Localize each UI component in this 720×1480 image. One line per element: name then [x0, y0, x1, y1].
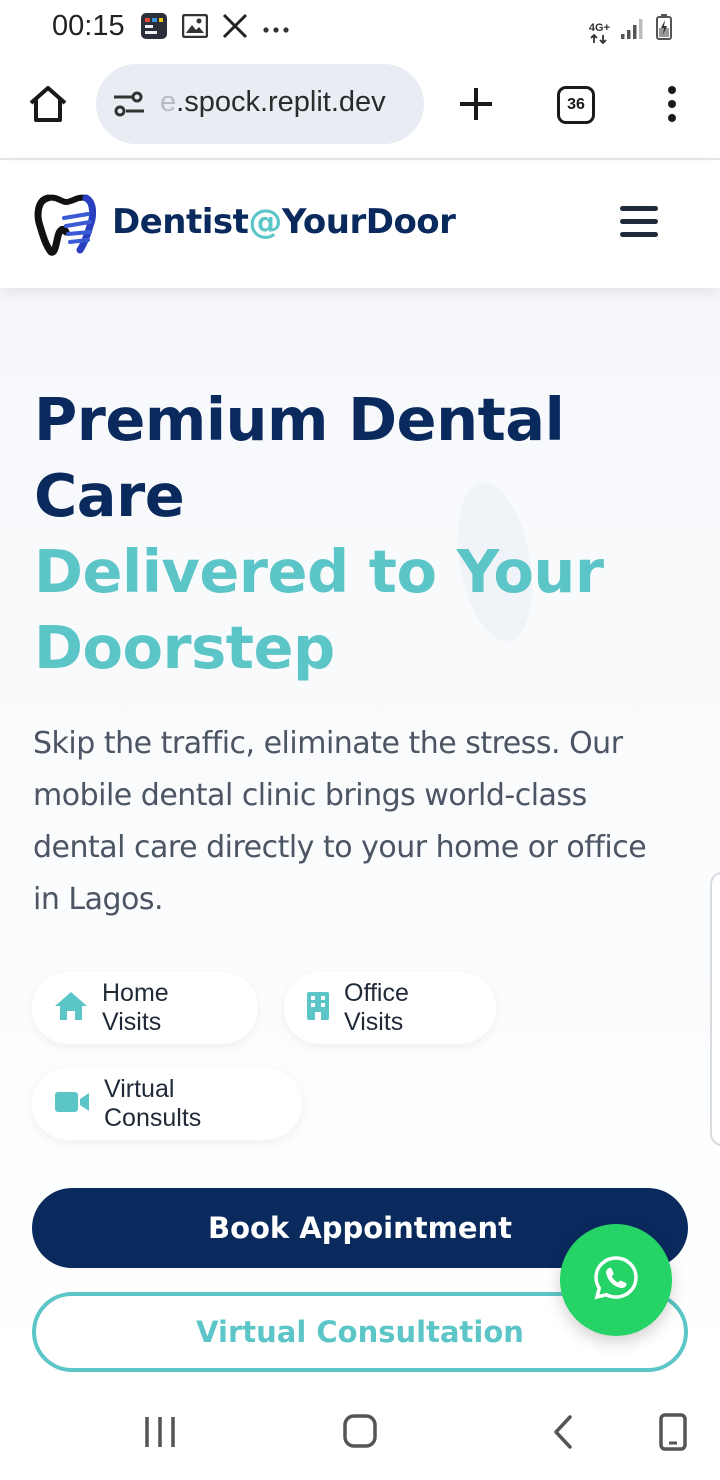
- x-logo-icon: [222, 13, 248, 43]
- whatsapp-button[interactable]: [560, 1224, 672, 1336]
- home-icon[interactable]: [26, 82, 70, 126]
- signal-icon: [620, 18, 646, 44]
- hero-section: Premium Dental Care Delivered to Your Do…: [0, 288, 720, 1384]
- brand-at: @: [248, 202, 282, 242]
- tab-switcher-icon[interactable]: 36: [557, 86, 595, 124]
- tooth-logo-icon[interactable]: [34, 194, 97, 256]
- hamburger-line: [620, 219, 658, 224]
- hero-title-line1: Premium Dental: [34, 385, 565, 454]
- more-vert-icon[interactable]: [660, 84, 684, 124]
- brand-tail: YourDoor: [281, 202, 456, 242]
- chip-office-visits[interactable]: Office Visits: [284, 972, 496, 1044]
- network-indicator: 4G+: [589, 23, 610, 44]
- notification-icons: [140, 12, 290, 44]
- scroll-edge-handle[interactable]: [710, 872, 720, 1146]
- brand-name[interactable]: Dentist@YourDoor: [112, 202, 456, 242]
- url-faded: e: [160, 86, 177, 118]
- url-main: .spock.replit.dev: [176, 86, 386, 118]
- whatsapp-icon: [592, 1254, 640, 1306]
- address-bar[interactable]: e.spock.replit.dev: [96, 64, 424, 144]
- site-settings-icon[interactable]: [112, 90, 146, 118]
- hero-title-line2: Care: [34, 461, 185, 530]
- recent-apps-icon[interactable]: [138, 1412, 182, 1452]
- building-icon: [306, 991, 330, 1025]
- status-time: 00:15: [52, 10, 125, 42]
- system-nav-bar: [0, 1384, 720, 1480]
- network-label: 4G+: [588, 22, 610, 34]
- screen-rotate-icon[interactable]: [652, 1412, 696, 1452]
- hamburger-line: [620, 232, 658, 237]
- home-circle-icon[interactable]: [338, 1412, 382, 1452]
- hero-title-primary: Premium Dental Care: [34, 382, 674, 534]
- chip-label-home: Home Visits: [102, 979, 169, 1036]
- brand-main: Dentist: [112, 202, 249, 242]
- site-header: Dentist@YourDoor: [0, 162, 720, 288]
- house-icon: [54, 991, 88, 1025]
- chip-home-visits[interactable]: Home Visits: [32, 972, 258, 1044]
- app-notification-icon: [140, 12, 168, 44]
- image-icon: [181, 13, 209, 42]
- hamburger-icon[interactable]: [620, 206, 658, 240]
- chip-virtual-consults[interactable]: Virtual Consults: [32, 1068, 302, 1140]
- hero-title-line3: Delivered to Your: [34, 537, 604, 606]
- status-bar: 00:15 4G+: [0, 0, 720, 52]
- hero-title-accent: Delivered to Your Doorstep: [34, 534, 674, 686]
- more-dots-icon: [262, 19, 290, 38]
- video-camera-icon: [54, 1090, 90, 1118]
- hero-title-line4: Doorstep: [34, 613, 335, 682]
- battery-charging-icon: [656, 14, 672, 44]
- hero-description: Skip the traffic, eliminate the stress. …: [33, 726, 647, 917]
- new-tab-plus-icon[interactable]: [456, 84, 496, 124]
- back-icon[interactable]: [540, 1412, 584, 1452]
- browser-toolbar: e.spock.replit.dev 36: [0, 52, 720, 160]
- chip-label-office: Office Visits: [344, 979, 409, 1036]
- url-text[interactable]: e.spock.replit.dev: [160, 86, 410, 119]
- hamburger-line: [620, 206, 658, 211]
- status-right: 4G+: [589, 14, 672, 44]
- chip-label-virtual: Virtual Consults: [104, 1075, 202, 1132]
